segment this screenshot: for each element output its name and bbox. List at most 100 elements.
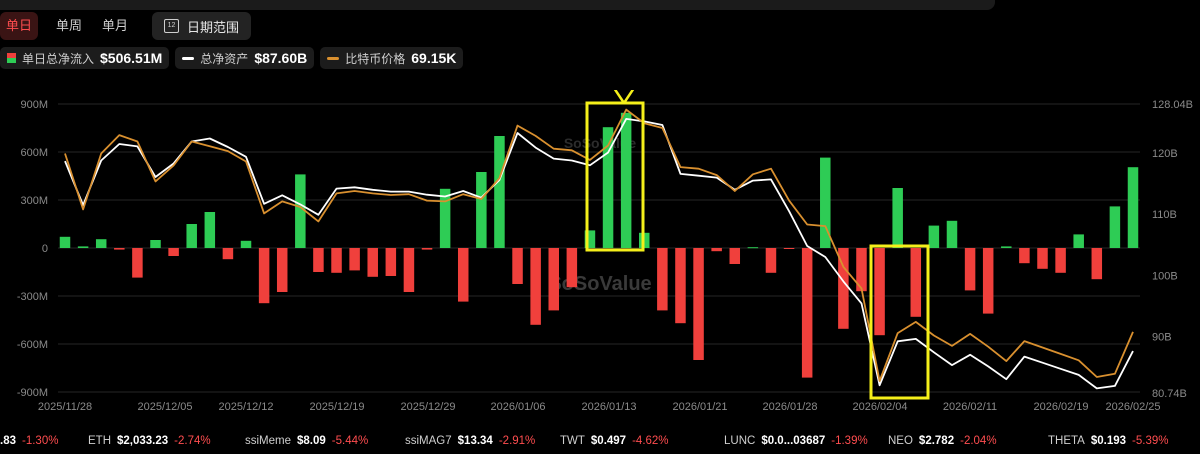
x-tick-label: 2026/02/11 [943,401,997,413]
flow-bar [95,239,107,248]
legend-netflow[interactable]: 单日总净流入 $506.51M [0,47,170,69]
y-right-tick-label: 120B [1152,148,1178,160]
x-tick-label: 2026/02/19 [1033,401,1088,413]
ticker-item[interactable]: NEO $2.782 -2.04% [888,435,997,447]
ticker-item[interactable]: LUNC $0.0...03687 -1.39% [724,435,868,447]
tab-monthly[interactable]: 单月 [96,12,134,40]
flow-bar [693,248,704,360]
x-tick-label: 2025/12/19 [309,401,364,413]
flow-bar [403,248,415,292]
ticker-change: -4.62% [632,435,669,447]
bar-swatch-icon [7,53,16,63]
legend-btc-label: 比特币价格 [345,51,406,66]
ticker-symbol: TWT [560,435,585,447]
watermark: SoSoValue [548,273,651,295]
flow-bar [77,246,89,248]
flow-bar [946,220,958,248]
y-left-tick-label: 600M [20,147,48,159]
ticker-price: $2,033.23 [117,435,169,447]
flow-bar [892,188,903,248]
legend-assets-value: $87.60B [254,50,308,66]
flow-bar [765,248,777,273]
y-left-tick-label: 300M [20,195,48,207]
flow-bar [783,248,795,249]
tab-weekly[interactable]: 单周 [50,12,88,40]
tab-daily[interactable]: 单日 [0,12,39,40]
flow-bar [801,248,813,378]
ticker-price: $0.497 [590,435,627,447]
flow-bar [928,225,940,248]
etf-flow-chart: 900M 600M 300M 0 -300M -600M -900M 128.04B 120B 1… [17,90,1193,413]
flow-bar [1037,248,1048,269]
ticker-item[interactable]: ssiMeme $8.09 -5.44% [245,435,368,447]
legend-btc[interactable]: 比特币价格 69.15K [320,47,464,69]
period-tabs: 单日 单周 单月 12 日期范围 [0,12,252,40]
date-range-label: 日期范围 [187,19,240,35]
flow-bar [910,248,922,317]
x-tick-label: 2026/02/25 [1105,401,1160,413]
y-right-tick-label: 100B [1152,270,1178,282]
flow-bar [747,247,759,249]
flow-bar [657,248,668,311]
legend: 单日总净流入 $506.51M 总净资产 $87.60B 比特币价格 69.15… [0,47,464,69]
x-tick-label: 2025/12/12 [218,401,273,413]
flow-bar [1055,248,1066,273]
x-tick-label: 2026/01/28 [762,401,817,413]
flow-bar [313,248,324,272]
y-left-tick-label: 900M [20,99,48,111]
y-right-tick-label: 128.04B [1152,99,1193,111]
flow-bar [258,248,270,304]
ticker-change: -1.30% [22,435,59,447]
y-left-tick-label: -600M [17,339,48,351]
ticker-item[interactable]: ETH $2,033.23 -2.74% [88,435,211,447]
flow-bar [132,248,143,278]
flow-bar [874,248,885,336]
flow-bar [494,136,505,248]
flow-bar [1091,248,1103,280]
flow-bar [548,248,559,311]
ticker-item[interactable]: TWT $0.497 -4.62% [560,435,669,447]
ticker-item[interactable]: THETA $0.193 -5.39% [1048,435,1168,447]
flow-bar [385,248,397,276]
y-right-tick-label: 80.74B [1152,388,1187,400]
ticker-symbol: LUNC [724,435,756,447]
flow-bar [729,248,741,264]
flow-bar [349,248,360,271]
ticker-change: -5.39% [1132,435,1169,447]
flow-bar [1001,246,1012,248]
ticker-item[interactable]: .83 -1.30% [0,435,58,447]
ticker-symbol: THETA [1048,435,1085,447]
flow-bar [476,172,487,248]
flow-bar [59,236,71,248]
flow-bar [1073,234,1084,248]
flow-bar [982,248,994,314]
ticker-price: $13.34 [457,435,493,447]
legend-netflow-label: 单日总净流入 [22,51,95,66]
ticker-item[interactable]: ssiMAG7 $13.34 -2.91% [405,435,535,447]
flow-bar [1109,206,1121,248]
flow-bar [276,248,288,292]
flow-bar [1019,248,1030,264]
flow-bar [566,248,578,288]
top-bar [0,0,995,10]
ticker-change: -2.04% [960,435,997,447]
ticker-symbol: ETH [88,435,111,447]
flow-bar [222,248,234,260]
ticker-price: .83 [0,435,16,447]
y-left-tick-label: -900M [17,387,48,399]
ticker-price: $8.09 [297,435,326,447]
legend-btc-value: 69.15K [411,50,457,66]
flow-bar [620,112,632,248]
flow-bar [150,240,161,248]
legend-assets[interactable]: 总净资产 $87.60B [175,47,315,69]
ticker-change: -5.44% [331,435,369,447]
date-range-button[interactable]: 12 日期范围 [152,12,252,40]
line-swatch-icon [327,56,340,60]
flow-bar [512,248,523,284]
flow-bar [295,174,306,248]
ticker-symbol: ssiMAG7 [405,435,452,447]
y-right-tick-label: 110B [1152,209,1177,221]
ticker-change: -1.39% [831,435,868,447]
y-right-tick-label: 90B [1152,331,1172,343]
flow-bar [675,248,686,324]
